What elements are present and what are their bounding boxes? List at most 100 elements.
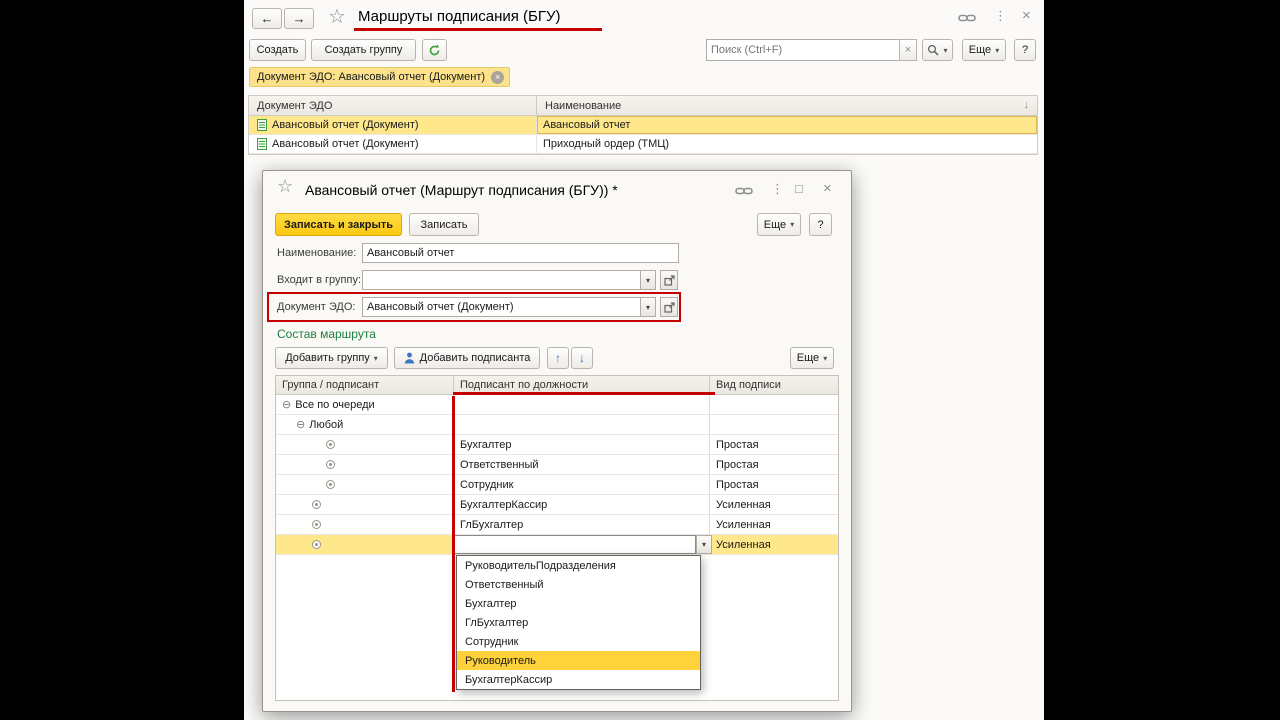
route-more-caret-icon: ▾ <box>823 353 828 363</box>
position-combo-dropdown-button[interactable]: ▾ <box>696 535 712 554</box>
open-form-icon <box>663 274 675 286</box>
group-field[interactable] <box>362 270 641 290</box>
route-row-group[interactable]: ⊖ Все по очереди <box>276 395 838 415</box>
dialog-maximize-icon[interactable]: □ <box>795 181 803 196</box>
dialog-favorite-star-icon[interactable]: ☆ <box>277 176 293 197</box>
dropdown-item[interactable]: БухгалтерКассир <box>457 670 700 689</box>
cell-position: БухгалтерКассир <box>460 498 548 511</box>
page-title: Маршруты подписания (БГУ) <box>358 8 561 25</box>
set-default-routes-button[interactable] <box>422 39 447 61</box>
save-and-close-button[interactable]: Записать и закрыть <box>275 213 402 236</box>
more-menu-icon[interactable]: ⋮ <box>994 8 1007 24</box>
add-group-caret-icon: ▾ <box>373 353 378 363</box>
filter-chip-remove-icon[interactable]: × <box>491 70 505 84</box>
magnifier-icon <box>927 44 940 56</box>
cell-sign-type: Простая <box>716 438 759 451</box>
signer-icon <box>326 440 335 449</box>
dropdown-item-label: РуководительПодразделения <box>465 559 616 572</box>
search-clear-button[interactable]: × <box>899 39 917 61</box>
search-input[interactable] <box>706 39 900 61</box>
add-signer-button[interactable]: Добавить подписанта <box>394 347 540 369</box>
expander-icon[interactable]: ⊖ <box>282 398 291 411</box>
move-down-button[interactable]: ↓ <box>571 347 593 369</box>
route-row-group[interactable]: ⊖ Любой <box>276 415 838 435</box>
annotation-column-vertical-line <box>452 396 455 692</box>
dropdown-item-label: ГлБухгалтер <box>465 616 529 629</box>
add-group-button[interactable]: Добавить группу ▾ <box>275 347 388 369</box>
dialog-help-button[interactable]: ? <box>809 213 832 236</box>
link-icon[interactable] <box>958 11 976 25</box>
back-icon: ← <box>260 11 274 26</box>
expander-icon[interactable]: ⊖ <box>296 418 305 431</box>
dropdown-item[interactable]: РуководительПодразделения <box>457 556 700 575</box>
dialog-help-label: ? <box>817 218 824 231</box>
dropdown-item[interactable]: Бухгалтер <box>457 594 700 613</box>
dropdown-item[interactable]: Ответственный <box>457 575 700 594</box>
search-button[interactable]: ▾ <box>922 39 953 61</box>
dialog-more-menu-icon[interactable]: ⋮ <box>771 181 784 197</box>
save-label: Записать <box>420 218 468 231</box>
column-header-group[interactable]: Группа / подписант <box>276 376 454 394</box>
chevron-down-icon: ▾ <box>701 540 706 549</box>
column-header-sign-type[interactable]: Вид подписи <box>710 376 838 394</box>
route-row-signer[interactable]: ГлБухгалтер Усиленная <box>276 515 838 535</box>
more-caret-icon: ▾ <box>995 45 1000 55</box>
table-row[interactable]: Авансовый отчет (Документ) Авансовый отч… <box>249 116 1037 135</box>
dialog-title: Авансовый отчет (Маршрут подписания (БГУ… <box>305 182 618 198</box>
group-field-label: Входит в группу: <box>277 274 361 286</box>
position-combo-input[interactable] <box>454 535 696 554</box>
dialog-link-icon[interactable] <box>735 184 753 198</box>
dropdown-item-highlighted[interactable]: Руководитель <box>457 651 700 670</box>
cell-position: Бухгалтер <box>460 438 512 451</box>
create-button[interactable]: Создать <box>249 39 306 61</box>
cell-sign-type: Усиленная <box>716 538 771 551</box>
add-group-label: Добавить группу <box>285 352 370 364</box>
help-button[interactable]: ? <box>1014 39 1036 61</box>
route-more-label: Еще <box>796 352 820 364</box>
route-row-signer[interactable]: БухгалтерКассир Усиленная <box>276 495 838 515</box>
back-button[interactable]: ← <box>252 8 282 29</box>
signer-icon <box>312 500 321 509</box>
route-more-button[interactable]: Еще ▾ <box>790 347 834 369</box>
filter-chip[interactable]: Документ ЭДО: Авансовый отчет (Документ)… <box>249 67 511 87</box>
dialog-more-button[interactable]: Еще ▾ <box>757 213 801 236</box>
close-window-icon[interactable]: × <box>1022 7 1031 24</box>
dialog-more-label: Еще <box>763 218 787 231</box>
cell-sign-type: Усиленная <box>716 518 771 531</box>
cell-position: ГлБухгалтер <box>460 518 524 531</box>
routes-table: Документ ЭДО Наименование ↓ Авансовый от… <box>248 95 1038 155</box>
route-section-title[interactable]: Состав маршрута <box>277 327 376 341</box>
name-field[interactable] <box>362 243 679 263</box>
cell-sign-type: Простая <box>716 458 759 471</box>
group-field-open-button[interactable] <box>660 270 678 290</box>
group-field-dropdown-button[interactable]: ▾ <box>640 270 656 290</box>
table-row[interactable]: Авансовый отчет (Документ) Приходный орд… <box>249 135 1037 154</box>
app-window: ← → ☆ Маршруты подписания (БГУ) ⋮ × Созд… <box>244 0 1044 720</box>
search-options-caret-icon: ▾ <box>943 45 948 55</box>
save-button[interactable]: Записать <box>409 213 479 236</box>
create-group-button[interactable]: Создать группу <box>311 39 416 61</box>
arrow-down-icon: ↓ <box>579 351 585 365</box>
dialog-close-icon[interactable]: × <box>823 180 832 197</box>
route-row-signer[interactable]: Бухгалтер Простая <box>276 435 838 455</box>
create-button-label: Создать <box>256 44 299 56</box>
favorite-star-icon[interactable]: ☆ <box>328 4 346 29</box>
cell-position: Сотрудник <box>460 478 514 491</box>
dropdown-item[interactable]: Сотрудник <box>457 632 700 651</box>
filter-chip-label: Документ ЭДО: Авансовый отчет (Документ) <box>257 71 486 83</box>
route-row-editing[interactable]: Усиленная ▾ <box>276 535 838 555</box>
cell-doc: Авансовый отчет (Документ) <box>272 119 419 131</box>
dropdown-item-label: Ответственный <box>465 578 544 591</box>
column-header-name[interactable]: Наименование ↓ <box>537 96 1037 115</box>
move-up-button[interactable]: ↑ <box>547 347 569 369</box>
dropdown-item[interactable]: ГлБухгалтер <box>457 613 700 632</box>
column-header-doc[interactable]: Документ ЭДО <box>249 96 537 115</box>
more-button[interactable]: Еще ▾ <box>962 39 1006 61</box>
route-row-signer[interactable]: Ответственный Простая <box>276 455 838 475</box>
dropdown-item-label: Руководитель <box>465 654 536 667</box>
forward-button[interactable]: → <box>284 8 314 29</box>
signer-icon <box>312 520 321 529</box>
route-row-signer[interactable]: Сотрудник Простая <box>276 475 838 495</box>
cell-sign-type: Простая <box>716 478 759 491</box>
dropdown-item-label: Сотрудник <box>465 635 519 648</box>
